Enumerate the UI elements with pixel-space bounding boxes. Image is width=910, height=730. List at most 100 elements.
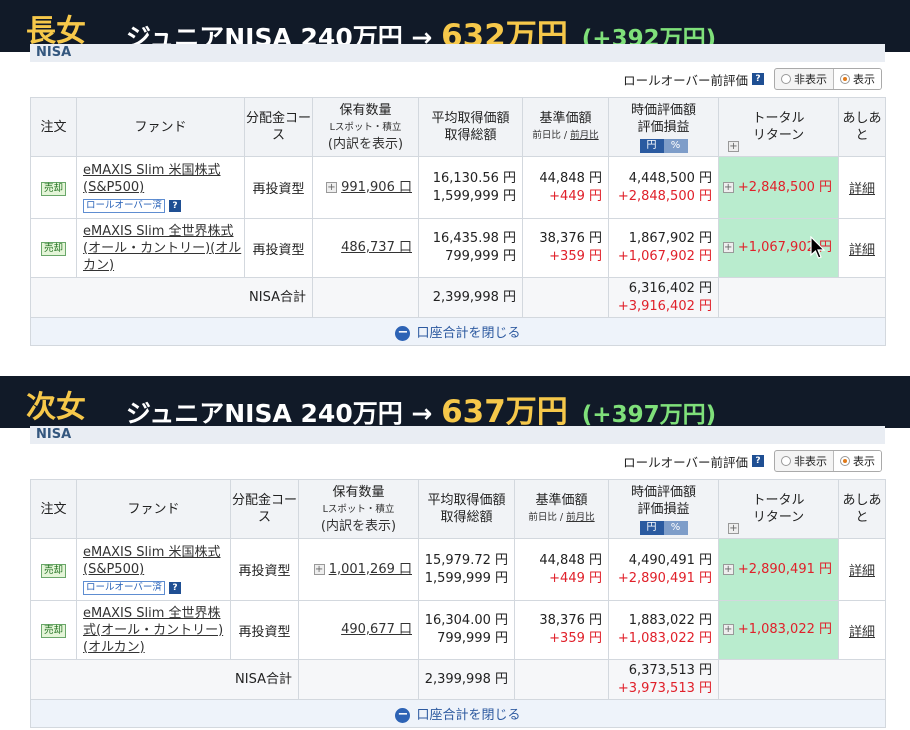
- yen-pct-toggle[interactable]: 円%: [639, 520, 688, 535]
- gain-header: 評価損益: [637, 119, 690, 135]
- yen-pct-toggle[interactable]: 円%: [639, 138, 688, 153]
- base-price: 44,848 円: [539, 170, 602, 186]
- help-icon[interactable]: ?: [169, 200, 182, 212]
- total-row: NISA合計 2,399,998 円 6,316,402 円 +3,916,402…: [30, 277, 886, 318]
- radio-hide-label: 非表示: [794, 455, 827, 468]
- rollover-setting: ロールオーバー前評価 ? 非表示 表示: [623, 450, 882, 472]
- col-ashiato: あしあと: [838, 97, 886, 157]
- base-header: 基準価額: [535, 493, 588, 508]
- radio-hide[interactable]: 非表示: [775, 69, 833, 89]
- radio-hide[interactable]: 非表示: [775, 451, 833, 471]
- avg-total: 799,999 円: [445, 249, 516, 264]
- radio-show[interactable]: 表示: [833, 69, 881, 89]
- market-value: 1,867,902 円: [628, 231, 712, 246]
- qty-breakdown-link[interactable]: (内訳を表示): [299, 518, 418, 535]
- total-return-header: トータル: [752, 493, 805, 508]
- col-value: 時価評価額 評価損益 円%: [608, 97, 719, 157]
- help-icon[interactable]: ?: [752, 455, 764, 467]
- toggle-yen[interactable]: 円: [639, 138, 664, 153]
- rollover-setting: ロールオーバー前評価 ? 非表示 表示: [623, 68, 882, 90]
- toggle-pct[interactable]: %: [663, 520, 688, 535]
- help-icon[interactable]: ?: [169, 582, 182, 594]
- toggle-pct[interactable]: %: [663, 138, 688, 153]
- radio-show[interactable]: 表示: [833, 451, 881, 471]
- base-change: +449 円: [549, 188, 602, 204]
- rollover-badge: ロールオーバー済: [83, 581, 165, 595]
- sell-button[interactable]: 売却: [40, 181, 66, 196]
- col-total-return: トータル リターン +: [718, 97, 839, 157]
- qty-sub: Lスポット・積立: [322, 503, 395, 515]
- fund-link[interactable]: eMAXIS Slim 全世界株式(オール・カントリー)(オルカン): [83, 606, 223, 655]
- qty-header: 保有数量: [339, 102, 392, 118]
- table-row: 売却 eMAXIS Slim 米国株式(S&P500) ロールオーバー済 ? 再…: [30, 538, 886, 601]
- col-value: 時価評価額 評価損益 円%: [608, 479, 719, 539]
- headline-diff: (+397万円): [581, 402, 717, 428]
- rollover-label: ロールオーバー前評価: [623, 454, 748, 470]
- total-cost: 2,399,998 円: [418, 277, 523, 318]
- detail-link[interactable]: 詳細: [849, 243, 875, 258]
- avg-total-header: 取得総額: [440, 510, 493, 525]
- expand-icon[interactable]: +: [728, 523, 739, 534]
- base-month-change-link[interactable]: 前月比: [570, 130, 599, 141]
- detail-link[interactable]: 詳細: [849, 564, 875, 579]
- qty-link[interactable]: 486,737 口: [341, 240, 412, 255]
- avg-total: 1,599,999 円: [432, 188, 516, 204]
- fund-link[interactable]: eMAXIS Slim 米国株式(S&P500): [83, 163, 221, 195]
- expand-icon[interactable]: +: [722, 181, 734, 193]
- col-dist: 分配金コース: [244, 97, 313, 157]
- col-base: 基準価額 前日比 / 前月比: [514, 479, 609, 539]
- nisa-label: NISA: [30, 44, 885, 62]
- collapse-icon[interactable]: −: [395, 708, 411, 723]
- total-label: NISA合計: [30, 277, 313, 318]
- total-label: NISA合計: [30, 659, 299, 700]
- holdings-table-2: 注文 ファンド 分配金コース 保有数量 Lスポット・積立 (内訳を表示) 平均取…: [30, 479, 886, 728]
- detail-link[interactable]: 詳細: [849, 182, 875, 197]
- radio-dot-selected: [840, 74, 850, 84]
- total-market: 6,316,402 円: [628, 280, 712, 296]
- collapse-icon[interactable]: −: [395, 326, 411, 341]
- expand-icon[interactable]: +: [325, 181, 337, 193]
- banner-section-2: 次女 ジュニアNISA 240万円 → 637万円 (+397万円): [0, 376, 910, 430]
- headline-amount: 637万円: [441, 394, 568, 430]
- qty-link[interactable]: 490,677 口: [341, 622, 412, 637]
- help-icon[interactable]: ?: [752, 73, 764, 85]
- expand-icon[interactable]: +: [728, 141, 739, 152]
- toggle-yen[interactable]: 円: [639, 520, 664, 535]
- expand-icon[interactable]: +: [313, 563, 325, 575]
- qty-link[interactable]: 991,906 口: [341, 180, 412, 195]
- base-price: 44,848 円: [539, 552, 602, 568]
- table-header-row: 注文 ファンド 分配金コース 保有数量 Lスポット・積立 (内訳を表示) 平均取…: [30, 479, 886, 539]
- close-account-total[interactable]: 口座合計を閉じる: [416, 326, 520, 341]
- radio-show-label: 表示: [853, 73, 875, 86]
- expand-icon[interactable]: +: [722, 563, 734, 575]
- close-account-total[interactable]: 口座合計を閉じる: [416, 708, 520, 723]
- detail-link[interactable]: 詳細: [849, 625, 875, 640]
- fund-link[interactable]: eMAXIS Slim 米国株式(S&P500): [83, 545, 221, 577]
- avg-header: 平均取得価額: [431, 111, 510, 126]
- dist-course: 再投資型: [230, 538, 299, 601]
- expand-icon[interactable]: +: [722, 624, 734, 635]
- qty-link[interactable]: 1,001,269 口: [329, 562, 412, 577]
- headline-prefix: ジュニアNISA 240万円 →: [126, 399, 442, 428]
- avg-price: 16,304.00 円: [424, 613, 508, 628]
- base-day-change: 前日比: [532, 130, 561, 141]
- radio-dot: [781, 456, 791, 466]
- sell-button[interactable]: 売却: [40, 624, 66, 638]
- unrealized-gain: +1,067,902 円: [617, 249, 712, 264]
- expand-icon[interactable]: +: [722, 242, 734, 253]
- base-month-change-link[interactable]: 前月比: [566, 512, 595, 523]
- avg-price: 15,979.72 円: [424, 552, 508, 568]
- avg-total: 799,999 円: [437, 631, 508, 646]
- radio-dot: [781, 74, 791, 84]
- sell-button[interactable]: 売却: [40, 563, 66, 578]
- sell-button[interactable]: 売却: [40, 242, 66, 256]
- rollover-radio-group: 非表示 表示: [774, 68, 882, 90]
- qty-breakdown-link[interactable]: (内訳を表示): [313, 136, 418, 153]
- table-row: 売却 eMAXIS Slim 全世界株式(オール・カントリー)(オルカン) 再投…: [30, 218, 886, 278]
- qty-header: 保有数量: [332, 484, 385, 500]
- holdings-table-1: 注文 ファンド 分配金コース 保有数量 Lスポット・積立 (内訳を表示) 平均取…: [30, 97, 886, 346]
- market-value: 4,490,491 円: [628, 552, 712, 568]
- base-change: +359 円: [549, 631, 602, 646]
- fund-link[interactable]: eMAXIS Slim 全世界株式(オール・カントリー)(オルカン): [83, 224, 241, 273]
- total-row: NISA合計 2,399,998 円 6,373,513 円 +3,973,513…: [30, 659, 886, 700]
